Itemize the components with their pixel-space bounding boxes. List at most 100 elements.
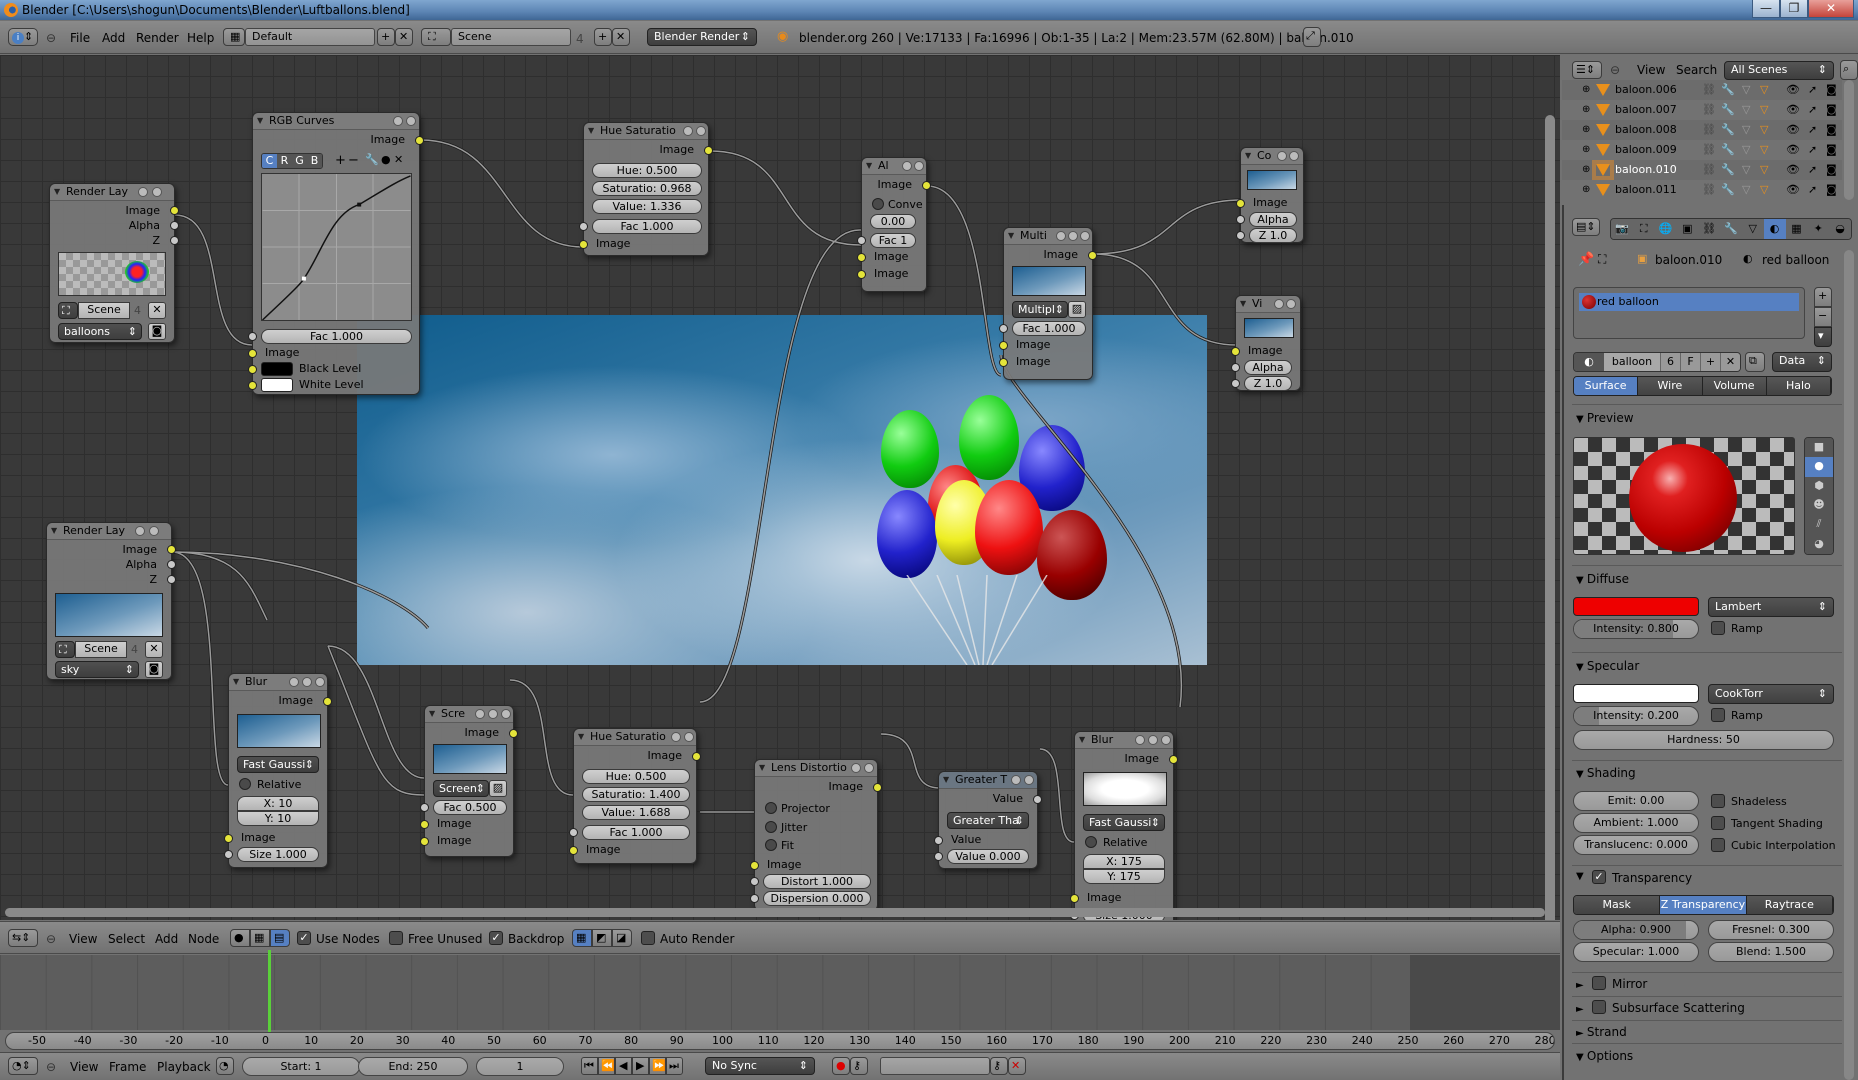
selectable-cursor-icon[interactable]: ➚ (1808, 140, 1817, 160)
fresnel-field[interactable]: Fresnel: 0.300 (1708, 920, 1834, 940)
input-socket-alpha[interactable] (1236, 215, 1245, 224)
specular-color-swatch[interactable] (1573, 684, 1699, 703)
blend-mode-select[interactable]: Multipl ⇕ (1012, 301, 1068, 318)
collapse-menu-icon[interactable]: ⊖ (46, 1060, 56, 1074)
math-greater-than-node[interactable]: Greater T Value Greater Tha⇕ Value Value… (934, 771, 1042, 869)
options-toggle-icon[interactable] (152, 187, 162, 197)
constraints-tab-icon[interactable]: ⛓ (1698, 219, 1721, 239)
visibility-eye-icon[interactable]: 👁 (1786, 160, 1800, 180)
outliner-item[interactable]: ⊕ baloon.010 ⛓ 🔧 ▽ ▽ 👁 ➚ ◙ (1562, 160, 1842, 180)
material-type-tab-wire[interactable]: Wire (1638, 377, 1703, 395)
output-socket-image[interactable] (509, 729, 518, 738)
menu-file[interactable]: File (70, 31, 90, 45)
alpha-field[interactable]: Alpha (1249, 212, 1297, 227)
input-socket-fac[interactable] (999, 324, 1008, 333)
expand-icon[interactable]: ⊕ (1582, 80, 1590, 100)
input-socket-image[interactable] (224, 834, 233, 843)
material-icon[interactable] (1289, 151, 1299, 161)
input-socket-image[interactable] (857, 270, 866, 279)
renderable-camera-icon[interactable]: ◙ (1826, 120, 1837, 140)
rgb-curves-node[interactable]: RGB Curves Image C R G B + − 🔧 ● ✕ Fac 1… (248, 112, 424, 395)
keying-set-icon[interactable]: ⚷ (850, 1057, 868, 1075)
input-socket-fac[interactable] (857, 236, 866, 245)
input-socket-image[interactable] (857, 253, 866, 262)
outliner-item[interactable]: ⊕ baloon.007 ⛓ 🔧 ▽ ▽ 👁 ➚ ◙ (1562, 100, 1842, 120)
use-alpha-icon[interactable]: ▨ (1068, 301, 1086, 318)
render-tab-icon[interactable]: 📷 (1611, 219, 1633, 239)
material-type-tab-volume[interactable]: Volume (1702, 377, 1767, 395)
preview-monkey-icon[interactable]: ☻ (1805, 495, 1833, 516)
specular-ramp-checkbox[interactable] (1711, 708, 1725, 722)
cubic-interpolation-checkbox[interactable] (1711, 838, 1725, 852)
node-header[interactable]: Multi (1004, 228, 1092, 245)
selectable-cursor-icon[interactable]: ➚ (1808, 80, 1817, 100)
tangent-shading-checkbox[interactable] (1711, 816, 1725, 830)
input-socket-value[interactable] (934, 836, 943, 845)
convert-premul-checkbox[interactable] (872, 198, 884, 210)
channel-r-button[interactable]: R (277, 154, 292, 168)
expand-icon[interactable]: ⊕ (1582, 180, 1590, 200)
editor-type-node-button[interactable]: ⇆⇕ (8, 929, 38, 947)
outliner-scrollbar[interactable] (1844, 80, 1854, 200)
value-slider[interactable]: Value: 1.336 (592, 199, 702, 214)
options-toggle-icon[interactable] (488, 709, 498, 719)
node-header[interactable]: RGB Curves (253, 113, 419, 130)
transparency-mode-mask[interactable]: Mask (1574, 896, 1661, 914)
diffuse-shader-select[interactable]: Lambert ⇕ (1708, 597, 1834, 617)
horizontal-scrollbar[interactable] (5, 908, 1545, 917)
add-screen-button[interactable]: + (377, 28, 395, 46)
translucency-slider[interactable]: Translucenc: 0.000 (1573, 835, 1699, 855)
material-browse-icon[interactable]: ◐ (1574, 353, 1604, 371)
diffuse-panel-header[interactable]: Diffuse (1576, 572, 1629, 586)
scene-icon[interactable]: ⛶ (55, 641, 75, 658)
material-icon[interactable] (501, 709, 511, 719)
menu-render[interactable]: Render (136, 31, 179, 45)
fake-user-toggle[interactable]: F (1680, 353, 1700, 371)
node-header[interactable]: Greater T (939, 772, 1037, 789)
sss-checkbox[interactable] (1592, 1000, 1606, 1014)
shadeless-checkbox[interactable] (1711, 794, 1725, 808)
selectable-cursor-icon[interactable]: ➚ (1808, 180, 1817, 200)
jump-keyframe-forward-icon[interactable]: ⏩ (649, 1057, 666, 1075)
physics-tab-icon[interactable]: ◒ (1829, 219, 1851, 239)
viewer-node[interactable]: Vi Image Alpha Z 1.0 (1231, 295, 1301, 391)
output-socket-image[interactable] (170, 206, 179, 215)
preview-toggle-icon[interactable] (671, 732, 681, 742)
alpha-slider[interactable]: Alpha: 0.900 (1573, 920, 1699, 940)
preview-toggle-icon[interactable] (475, 709, 485, 719)
relative-checkbox[interactable] (1085, 836, 1097, 848)
alpha-field[interactable]: Alpha (1244, 360, 1292, 375)
start-frame-field[interactable]: Start: 1 (242, 1057, 360, 1076)
scene-field[interactable]: Scene (78, 302, 130, 319)
expand-icon[interactable]: ⊕ (1582, 160, 1590, 180)
material-icon[interactable] (1080, 231, 1090, 241)
channel-g-button[interactable]: G (292, 154, 307, 168)
specular-panel-header[interactable]: Specular (1576, 659, 1639, 673)
visibility-eye-icon[interactable]: 👁 (1786, 120, 1800, 140)
output-socket-image[interactable] (167, 545, 176, 554)
input-socket-distort[interactable] (750, 877, 759, 886)
timeline-ruler[interactable]: -50 -40 -30 -20 -10 0 10 20 30 40 50 60 70 80 90 100 110… (5, 1032, 1555, 1050)
output-socket-z[interactable] (167, 575, 176, 584)
screen-layout-icon[interactable]: ▦ (223, 28, 245, 46)
premul-field[interactable]: 0.00 (870, 214, 916, 229)
input-socket-image[interactable] (579, 240, 588, 249)
mix-multiply-node[interactable]: Multi Image Multipl⇕ ▨ Fac 1.000 Image I… (999, 227, 1097, 380)
renderable-camera-icon[interactable]: ◙ (1826, 140, 1837, 160)
output-socket-image[interactable] (323, 697, 332, 706)
input-socket-image[interactable] (1231, 347, 1240, 356)
world-tab-icon[interactable]: 🌐 (1654, 219, 1677, 239)
outliner-item[interactable]: ⊕ baloon.011 ⛓ 🔧 ▽ ▽ 👁 ➚ ◙ (1562, 180, 1842, 200)
modifiers-tab-icon[interactable]: 🔧 (1720, 219, 1742, 239)
input-socket-image[interactable] (420, 837, 429, 846)
input-socket-fac[interactable] (248, 332, 257, 341)
input-socket-image[interactable] (750, 861, 759, 870)
transparency-mode-z-transparency[interactable]: Z Transparency (1660, 896, 1747, 914)
node-header[interactable]: Hue Saturatio (574, 729, 696, 746)
specular-shader-select[interactable]: CookTorr ⇕ (1708, 684, 1834, 704)
options-toggle-icon[interactable] (149, 526, 159, 536)
diffuse-color-swatch[interactable] (1573, 597, 1699, 616)
data-tab-icon[interactable]: ▽ (1741, 219, 1764, 239)
node-header[interactable]: Blur (1075, 732, 1173, 749)
curve-graph[interactable] (261, 173, 412, 321)
